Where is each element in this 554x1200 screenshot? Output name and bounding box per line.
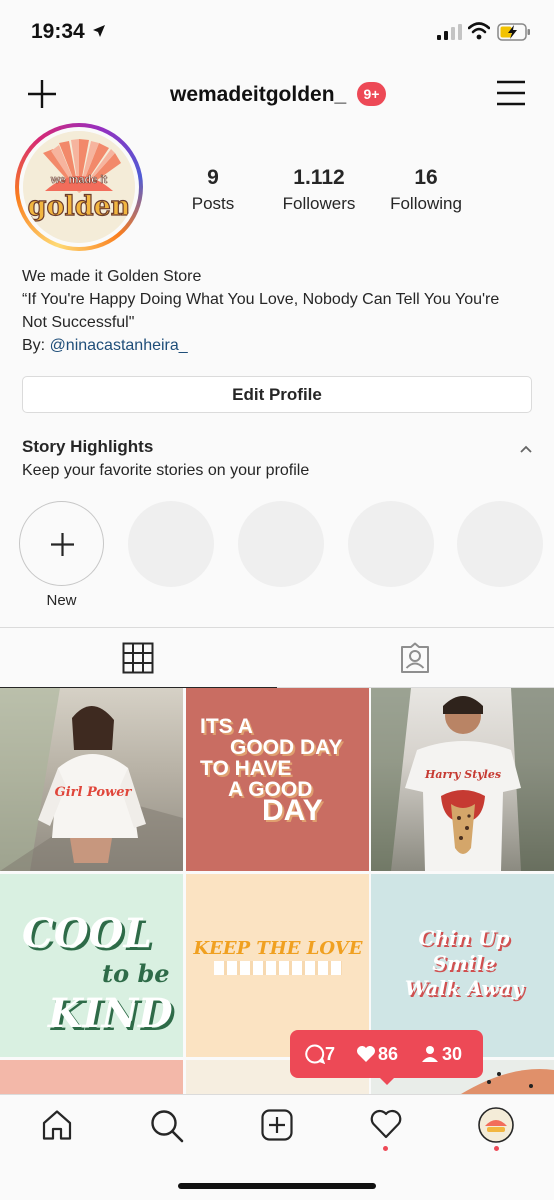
brand-logo: we made it golden <box>23 131 135 243</box>
search-icon[interactable] <box>150 1109 184 1148</box>
post-tile[interactable] <box>0 1060 183 1094</box>
highlights-title: Story Highlights <box>22 437 154 456</box>
cellular-signal-icon <box>437 24 463 45</box>
post-text: COOL to be KIND <box>22 910 173 1037</box>
highlight-placeholder <box>128 501 214 587</box>
bio-credit-link[interactable]: @ninacastanheira_ <box>50 337 188 354</box>
popup-comments: 7 <box>305 1043 335 1065</box>
profile-bio: We made it Golden Store “If You're Happy… <box>22 265 537 357</box>
profile-indicator-dot <box>494 1146 499 1151</box>
shirt-text: Girl Power <box>55 785 133 800</box>
plus-icon <box>51 533 74 556</box>
new-post-icon[interactable] <box>261 1109 293 1146</box>
stat-posts-label: Posts <box>191 194 235 213</box>
post-tile[interactable]: Harry Styles <box>371 688 554 871</box>
person-icon <box>422 1046 438 1062</box>
profile-avatar[interactable]: we made it golden <box>15 123 143 251</box>
post-tile[interactable]: ITS A GOOD DAY TO HAVE A GOOD DAY <box>186 688 369 871</box>
activity-indicator-dot <box>383 1146 388 1151</box>
edit-profile-button[interactable]: Edit Profile <box>22 376 532 413</box>
home-indicator[interactable] <box>178 1183 376 1189</box>
profile-username[interactable]: wemadeitgolden_ <box>170 83 346 107</box>
post-text: KEEP THE LOVE <box>193 938 363 959</box>
activity-heart-icon[interactable] <box>370 1109 402 1144</box>
status-time: 19:34 <box>31 20 85 43</box>
avatar-text-top: we made it <box>50 174 108 186</box>
tab-tagged[interactable] <box>277 628 554 688</box>
home-icon[interactable] <box>41 1109 73 1146</box>
popup-likes: 86 <box>356 1043 398 1065</box>
profile-tabs <box>0 627 554 688</box>
profile-top-bar: wemadeitgolden_ 9+ <box>0 64 554 126</box>
bio-credit-prefix: By: <box>22 337 50 354</box>
stat-followers[interactable]: 1.112 Followers <box>259 166 379 214</box>
new-highlight-button[interactable] <box>19 501 104 586</box>
stat-following-value: 16 <box>414 166 438 189</box>
hamburger-menu-icon[interactable] <box>496 79 526 112</box>
post-tile[interactable]: COOL to be KIND <box>0 874 183 1057</box>
notification-badge[interactable]: 9+ <box>357 82 386 106</box>
post-text-decoration <box>214 961 342 975</box>
grid-icon <box>122 642 154 674</box>
highlight-placeholder <box>238 501 324 587</box>
highlights-subtitle: Keep your favorite stories on your profi… <box>22 462 310 479</box>
wifi-icon <box>467 22 491 45</box>
stat-following[interactable]: 16 Following <box>366 166 486 214</box>
stat-posts-value: 9 <box>207 166 219 189</box>
bio-name: We made it Golden Store <box>22 268 202 285</box>
post-text: Chin Up Smile Walk Away <box>404 926 524 1000</box>
bio-quote-line2: Not Successful" <box>22 314 135 331</box>
highlight-placeholder <box>457 501 543 587</box>
bio-credit: By: @ninacastanheira_ <box>22 334 537 357</box>
battery-charging-icon <box>497 22 531 47</box>
chevron-up-icon[interactable] <box>519 441 533 459</box>
tagged-person-icon <box>401 642 429 673</box>
avatar-text-bottom: golden <box>28 191 131 222</box>
profile-tab-avatar[interactable] <box>478 1107 514 1148</box>
post-text: ITS A GOOD DAY TO HAVE A GOOD DAY <box>200 715 343 827</box>
comment-icon <box>305 1044 326 1065</box>
new-highlight-label: New <box>46 592 77 609</box>
stat-following-label: Following <box>390 194 462 213</box>
stat-followers-value: 1.112 <box>293 166 345 189</box>
location-arrow-icon <box>92 24 106 43</box>
tab-posts-grid[interactable] <box>0 628 277 688</box>
status-bar: 19:34 <box>0 0 554 64</box>
highlight-placeholder <box>348 501 434 587</box>
shirt-text: Harry Styles <box>424 768 501 781</box>
post-tile[interactable]: Girl Power <box>0 688 183 871</box>
create-post-icon[interactable] <box>26 78 58 115</box>
heart-icon <box>357 1046 375 1062</box>
activity-popup[interactable]: 7 86 30 <box>290 1030 483 1085</box>
stat-followers-label: Followers <box>282 194 356 213</box>
popup-pointer <box>378 1076 396 1085</box>
stat-posts[interactable]: 9 Posts <box>153 166 273 214</box>
bio-quote-line1: “If You're Happy Doing What You Love, No… <box>22 291 500 308</box>
popup-follows: 30 <box>421 1043 462 1065</box>
